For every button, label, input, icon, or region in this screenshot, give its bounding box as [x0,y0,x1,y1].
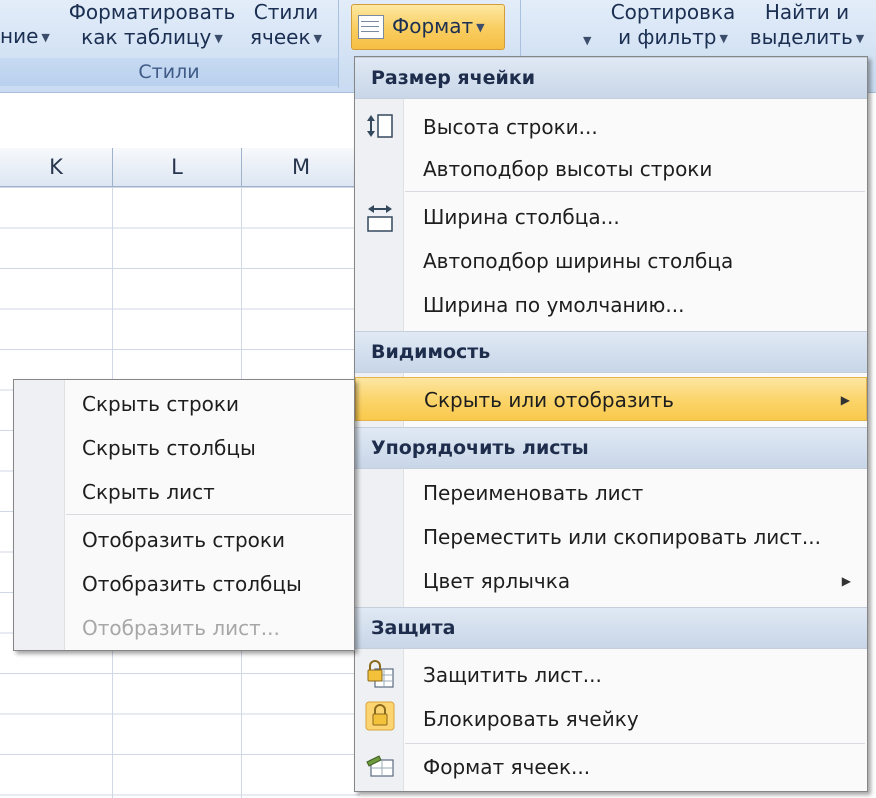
format-icon [358,15,384,39]
column-width-label: Ширина столбца... [423,205,620,229]
unhide-columns-label: Отобразить столбцы [82,572,302,596]
section-visibility-label: Видимость [371,341,491,363]
format-button[interactable]: Формат ▼ [351,4,505,50]
submenu-arrow-icon: ▶ [840,393,850,407]
clear-button[interactable]: ▼ [540,8,600,48]
cell-styles-label-1: Стили [253,0,319,24]
hide-unhide-submenu: Скрыть строки Скрыть столбцы Скрыть лист… [13,379,355,651]
format-as-table-label-1: Форматировать [68,0,236,24]
format-button-label: Формат [392,14,474,38]
chevron-down-icon: ▼ [583,34,592,47]
lock-cell-label: Блокировать ячейку [423,707,639,731]
submenu-item-unhide-rows[interactable]: Отобразить строки [14,518,354,562]
format-dropdown-menu: Размер ячейки Высота строки... Автоподбо… [354,56,868,792]
menu-item-protect-sheet[interactable]: Защитить лист... [355,653,867,697]
section-protection: Защита [355,607,867,649]
lock-icon [365,701,395,731]
menu-item-column-width[interactable]: Ширина столбца... [355,195,867,239]
menu-separator [405,191,865,192]
menu-item-tab-color[interactable]: Цвет ярлычка ▶ [355,559,867,603]
chevron-down-icon: ▼ [214,32,223,45]
protect-sheet-icon [367,660,394,688]
section-organize-sheets-label: Упорядочить листы [371,437,589,459]
menu-item-format-cells[interactable]: Формат ячеек... [355,745,867,789]
sort-filter-label-2: и фильтр [618,25,717,49]
menu-item-lock-cell[interactable]: Блокировать ячейку [355,697,867,741]
menu-item-autofit-row-height[interactable]: Автоподбор высоты строки [355,147,867,191]
row-height-label: Высота строки... [423,115,598,139]
autofit-row-height-label: Автоподбор высоты строки [423,157,713,181]
section-protection-label: Защита [371,617,456,639]
unhide-rows-label: Отобразить строки [82,528,285,552]
menu-item-default-width[interactable]: Ширина по умолчанию... [355,283,867,327]
chevron-down-icon: ▼ [41,31,50,44]
submenu-item-hide-sheet[interactable]: Скрыть лист [14,470,354,514]
hide-sheet-label: Скрыть лист [82,480,215,504]
format-as-table-label-2: как таблицу [81,25,212,49]
section-visibility: Видимость [355,331,867,373]
submenu-item-unhide-sheet: Отобразить лист... [14,606,354,650]
submenu-separator [66,514,352,515]
format-cells-label: Формат ячеек... [423,755,591,779]
section-cell-size-label: Размер ячейки [371,67,536,89]
format-cells-icon [366,755,394,777]
section-organize-sheets: Упорядочить листы [355,427,867,469]
format-as-table-button[interactable]: Форматировать как таблицу ▼ [66,0,238,51]
submenu-item-unhide-columns[interactable]: Отобразить столбцы [14,562,354,606]
unhide-sheet-label: Отобразить лист... [82,616,280,640]
hide-rows-label: Скрыть строки [82,392,239,416]
column-header-l[interactable]: L [113,148,242,186]
styles-group: ние ▼ Форматировать как таблицу ▼ Стили яч… [0,0,339,88]
find-select-label-1: Найти и [764,0,850,24]
tab-color-label: Цвет ярлычка [423,569,571,593]
chevron-down-icon: ▼ [719,32,728,45]
submenu-item-hide-rows[interactable]: Скрыть строки [14,382,354,426]
submenu-item-hide-columns[interactable]: Скрыть столбцы [14,426,354,470]
rename-sheet-label: Переименовать лист [423,481,644,505]
find-select-button[interactable]: Найти и выделить ▼ [748,0,866,51]
column-header-row: K L M [0,148,360,187]
chevron-down-icon: ▼ [313,32,322,45]
hide-unhide-label: Скрыть или отобразить [424,388,674,412]
sort-filter-label-1: Сортировка [610,0,736,24]
move-copy-sheet-label: Переместить или скопировать лист... [423,525,821,549]
conditional-formatting-button[interactable]: ние ▼ [0,24,50,50]
autofit-column-width-label: Автоподбор ширины столбца [423,249,734,273]
column-header-m[interactable]: M [242,148,360,186]
menu-item-row-height[interactable]: Высота строки... [355,105,867,149]
protect-sheet-label: Защитить лист... [423,663,602,687]
menu-item-autofit-column-width[interactable]: Автоподбор ширины столбца [355,239,867,283]
chevron-down-icon: ▼ [476,21,485,34]
default-width-label: Ширина по умолчанию... [423,293,685,317]
submenu-arrow-icon: ▶ [841,574,851,588]
menu-item-rename-sheet[interactable]: Переименовать лист [355,471,867,515]
menu-item-hide-unhide[interactable]: Скрыть или отобразить ▶ [355,377,867,421]
styles-group-label: Стили [0,58,338,86]
column-width-icon [367,205,393,232]
cell-styles-label-2: ячеек [249,25,311,49]
row-height-icon [367,114,393,138]
find-select-label-2: выделить [749,25,853,49]
section-cell-size: Размер ячейки [355,57,867,99]
cell-styles-button[interactable]: Стили ячеек ▼ [244,0,328,51]
sort-filter-button[interactable]: Сортировка и фильтр ▼ [606,0,740,51]
conditional-formatting-label: ние [0,24,39,48]
hide-columns-label: Скрыть столбцы [82,436,256,460]
menu-item-move-copy-sheet[interactable]: Переместить или скопировать лист... [355,515,867,559]
menu-separator [405,743,865,744]
chevron-down-icon: ▼ [855,32,865,45]
column-header-k[interactable]: K [0,148,113,186]
format-button-label-wrap: Формат ▼ [392,13,485,41]
